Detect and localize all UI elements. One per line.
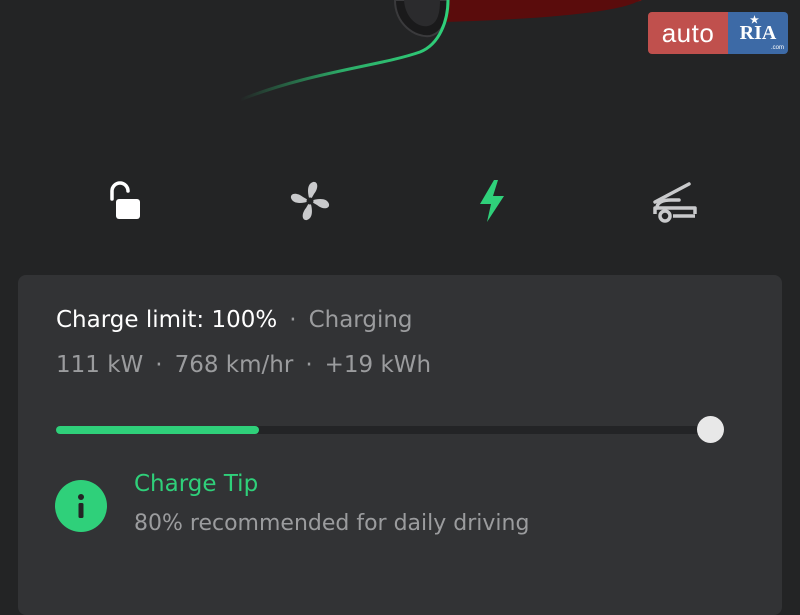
climate-button[interactable]	[282, 173, 338, 229]
charge-tip-title: Charge Tip	[134, 471, 259, 497]
separator-dot: ·	[305, 352, 313, 378]
separator-dot: ·	[155, 352, 163, 378]
watermark-ria-sub: .com	[770, 45, 784, 51]
lightning-icon	[480, 180, 504, 222]
frunk-button[interactable]	[646, 173, 702, 229]
unlock-icon	[110, 181, 140, 219]
charge-level-fill	[56, 426, 259, 434]
separator-dot: ·	[289, 307, 297, 333]
charging-status: Charging	[308, 307, 413, 333]
info-icon	[55, 480, 107, 532]
star-icon: ★	[750, 15, 759, 26]
charge-limit-slider-track[interactable]	[56, 426, 710, 434]
charge-rate: 768 km/hr	[174, 352, 294, 378]
charge-tip-text: 80% recommended for daily driving	[134, 511, 530, 536]
charge-limit-label[interactable]: Charge limit: 100%	[56, 307, 277, 333]
charge-power: 111 kW	[56, 352, 144, 378]
charge-stats: 111 kW · 768 km/hr · +19 kWh	[56, 352, 431, 378]
energy-added: +19 kWh	[324, 352, 432, 378]
watermark-ria-logo: ★ RIA .com	[728, 12, 788, 54]
charge-limit-slider-thumb[interactable]	[696, 416, 724, 443]
charging-button[interactable]	[464, 173, 520, 229]
watermark-auto-text: auto	[648, 12, 728, 54]
charge-summary: Charge limit: 100% · Charging	[56, 307, 413, 333]
charging-card: Charge limit: 100% · Charging 111 kW · 768 k…	[18, 275, 782, 615]
unlock-button[interactable]	[96, 173, 152, 229]
frunk-icon	[653, 182, 697, 223]
fan-icon	[290, 181, 330, 221]
autoria-watermark: auto ★ RIA .com	[648, 12, 788, 54]
quick-controls-bar	[0, 165, 800, 235]
